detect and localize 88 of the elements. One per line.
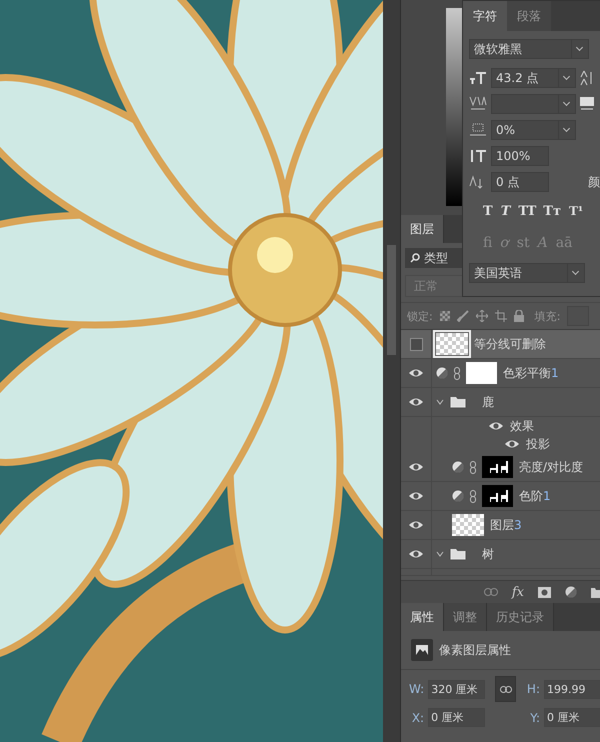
panel-tab[interactable]: 字符 bbox=[463, 1, 507, 31]
layer-name: 树 bbox=[482, 546, 494, 562]
type-style-button[interactable]: Tт bbox=[543, 204, 561, 218]
layer-name: 亮度/对比度 bbox=[519, 458, 584, 476]
fx-button[interactable]: fx bbox=[512, 584, 524, 600]
eye-icon[interactable] bbox=[408, 491, 424, 501]
layer-thumbnail bbox=[436, 333, 468, 355]
layer-row[interactable]: 亮度/对比度 bbox=[401, 453, 600, 482]
x-label: X: bbox=[410, 710, 424, 724]
tracking-icon bbox=[580, 97, 594, 111]
folder-icon bbox=[450, 548, 466, 560]
fill-label: 填充: bbox=[534, 308, 560, 324]
lock-transparency-icon[interactable] bbox=[440, 311, 450, 321]
type-style-button[interactable]: TT bbox=[518, 204, 536, 218]
mask-icon[interactable] bbox=[538, 586, 551, 598]
type-style-button[interactable]: T bbox=[483, 204, 493, 218]
type-style-button[interactable]: T bbox=[500, 204, 510, 218]
adjustment-icon bbox=[436, 367, 448, 379]
link-dimensions-button[interactable] bbox=[495, 676, 516, 702]
adjustment-icon bbox=[452, 490, 464, 502]
brush-icon[interactable] bbox=[456, 310, 469, 322]
crop-icon[interactable] bbox=[494, 310, 507, 322]
layer-name: 鹿 bbox=[482, 394, 494, 410]
eye-icon[interactable] bbox=[408, 397, 424, 407]
layer-row[interactable]: 等分线可删除 bbox=[401, 330, 600, 359]
height-label: H: bbox=[526, 682, 540, 696]
vertical-scale-field[interactable]: 100% bbox=[491, 146, 549, 166]
y-field[interactable]: 0 厘米 bbox=[544, 708, 600, 727]
color-label: 颜 bbox=[588, 174, 600, 190]
eye-icon[interactable] bbox=[408, 462, 424, 472]
y-label: Y: bbox=[529, 710, 540, 724]
effect-name: 投影 bbox=[526, 436, 550, 452]
layer-row[interactable]: 色彩平衡1 bbox=[401, 359, 600, 388]
panel-tab[interactable]: 历史记录 bbox=[487, 603, 554, 631]
tsume-icon bbox=[469, 123, 487, 137]
font-family-dropdown[interactable]: 微软雅黑 bbox=[469, 39, 589, 59]
layer-row[interactable]: 图层3 bbox=[401, 511, 600, 540]
link-icon[interactable] bbox=[484, 588, 498, 596]
layer-name: 色彩平衡1 bbox=[503, 364, 559, 382]
visibility-toggle[interactable] bbox=[410, 338, 422, 350]
chevron-icon[interactable] bbox=[436, 398, 444, 406]
tsume-dropdown[interactable]: 0% bbox=[491, 120, 576, 140]
panel-tab[interactable]: 图层 bbox=[401, 215, 444, 243]
layer-name: 色阶1 bbox=[519, 488, 551, 504]
folder-icon[interactable] bbox=[591, 586, 600, 598]
chevron-icon[interactable] bbox=[436, 550, 444, 558]
move-icon[interactable] bbox=[476, 310, 488, 322]
scrollbar-thumb[interactable] bbox=[387, 245, 396, 355]
layer-row[interactable]: 色阶1 bbox=[401, 482, 600, 511]
chain-icon bbox=[454, 366, 460, 380]
layer-row[interactable]: 鹿 bbox=[401, 388, 600, 417]
lock-icon[interactable] bbox=[514, 310, 524, 322]
lock-label: 锁定: bbox=[407, 308, 433, 324]
folder-icon bbox=[450, 396, 466, 408]
eye-icon[interactable] bbox=[408, 368, 424, 378]
kerning-icon bbox=[469, 96, 487, 112]
chain-icon bbox=[500, 686, 512, 692]
font-size-icon bbox=[469, 71, 487, 85]
properties-title: 像素图层属性 bbox=[439, 642, 511, 658]
language-dropdown[interactable]: 美国英语 bbox=[469, 263, 585, 283]
panel-tab[interactable]: 属性 bbox=[401, 603, 444, 631]
image-icon bbox=[411, 639, 433, 661]
layer-name: 图层3 bbox=[490, 516, 522, 534]
x-field[interactable]: 0 厘米 bbox=[428, 708, 486, 727]
panel-tab[interactable]: 段落 bbox=[507, 1, 551, 31]
eye-icon[interactable] bbox=[408, 520, 424, 530]
chain-icon bbox=[470, 490, 476, 502]
adjustment-icon bbox=[452, 461, 464, 473]
adjustment-icon[interactable] bbox=[565, 586, 577, 598]
layer-row[interactable]: 树 bbox=[401, 540, 600, 569]
layer-thumbnail bbox=[452, 514, 484, 536]
eye-icon[interactable] bbox=[408, 549, 424, 559]
eye-icon[interactable] bbox=[488, 421, 504, 431]
layer-name: 等分线可删除 bbox=[474, 336, 546, 352]
panel-tab[interactable]: 调整 bbox=[444, 603, 487, 631]
leading-icon bbox=[580, 70, 594, 86]
height-field[interactable]: 199.99 bbox=[544, 680, 600, 698]
type-style-button[interactable]: T¹ bbox=[569, 204, 584, 218]
baseline-shift-field[interactable]: 0 点 bbox=[491, 172, 549, 192]
vertical-scale-icon bbox=[469, 149, 487, 163]
width-label: W: bbox=[409, 682, 424, 696]
chain-icon bbox=[470, 460, 476, 474]
eye-icon[interactable] bbox=[504, 439, 520, 449]
search-icon bbox=[410, 253, 420, 263]
color-gradient-bar[interactable] bbox=[446, 8, 462, 206]
font-size-dropdown[interactable]: 43.2 点 bbox=[491, 68, 576, 88]
width-field[interactable]: 320 厘米 bbox=[428, 680, 486, 698]
effects-label: 效果 bbox=[510, 418, 534, 434]
